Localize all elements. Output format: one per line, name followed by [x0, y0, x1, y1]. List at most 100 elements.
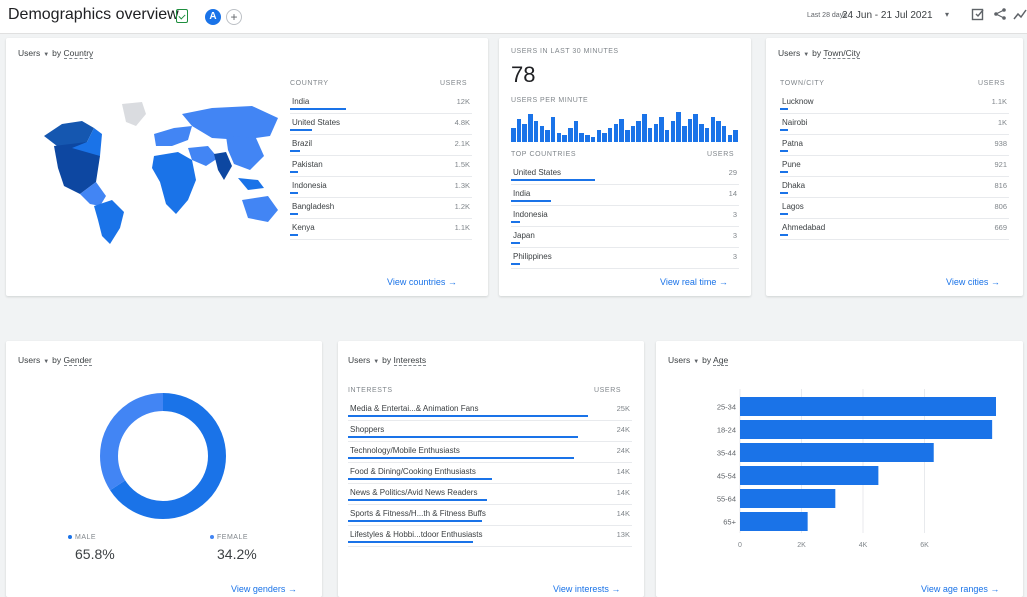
age-bar[interactable]: [740, 443, 934, 462]
minute-bar[interactable]: [721, 126, 727, 142]
minute-bar[interactable]: [545, 130, 550, 142]
table-row[interactable]: Patna 938: [780, 135, 1009, 156]
metric-label[interactable]: Users: [668, 355, 690, 365]
age-bar[interactable]: [740, 512, 808, 531]
minute-bar[interactable]: [619, 119, 624, 142]
age-bar[interactable]: [740, 397, 996, 416]
minute-bar[interactable]: [568, 128, 573, 142]
table-row[interactable]: Indonesia 1.3K: [290, 177, 472, 198]
metric-label[interactable]: Users: [348, 355, 370, 365]
date-range-selector[interactable]: 24 Jun - 21 Jul 2021: [842, 10, 933, 21]
minute-bar[interactable]: [642, 114, 647, 142]
table-row[interactable]: Pakistan 1.5K: [290, 156, 472, 177]
minute-bar[interactable]: [556, 133, 562, 142]
minute-bar[interactable]: [528, 114, 533, 142]
table-row[interactable]: Lifestyles & Hobbi...tdoor Enthusiasts 13…: [348, 526, 632, 547]
minute-bar[interactable]: [636, 121, 641, 142]
map-region[interactable]: [152, 152, 196, 214]
minute-bar[interactable]: [647, 128, 653, 142]
minute-bar[interactable]: [727, 135, 733, 142]
chevron-down-icon[interactable]: ▼: [693, 359, 699, 365]
table-row[interactable]: Japan 3: [511, 227, 739, 248]
map-region[interactable]: [238, 178, 264, 190]
table-row[interactable]: Pune 921: [780, 156, 1009, 177]
table-row[interactable]: Food & Dining/Cooking Enthusiasts 14K: [348, 463, 632, 484]
chevron-down-icon[interactable]: ▼: [373, 359, 379, 365]
chevron-down-icon[interactable]: ▾: [945, 10, 949, 19]
table-row[interactable]: Philippines 3: [511, 248, 739, 269]
minute-bar[interactable]: [590, 137, 596, 142]
map-region[interactable]: [242, 196, 278, 222]
minute-bar[interactable]: [670, 121, 676, 142]
metric-label[interactable]: Users: [18, 48, 40, 58]
table-row[interactable]: Bangladesh 1.2K: [290, 198, 472, 219]
metric-label[interactable]: Users: [778, 48, 800, 58]
dimension-selector[interactable]: Interests: [393, 355, 427, 366]
minute-bar[interactable]: [511, 128, 516, 142]
view-realtime-link[interactable]: View real time →: [660, 277, 728, 287]
minute-bar[interactable]: [630, 126, 636, 142]
table-row[interactable]: Nairobi 1K: [780, 114, 1009, 135]
share-icon[interactable]: [990, 6, 1010, 26]
metric-label[interactable]: Users: [18, 355, 40, 365]
edit-report-icon[interactable]: [968, 6, 988, 26]
minute-bar[interactable]: [533, 121, 539, 142]
minute-bar[interactable]: [562, 135, 567, 142]
view-genders-link[interactable]: View genders →: [231, 584, 297, 594]
table-row[interactable]: Media & Entertai...& Animation Fans 25K: [348, 400, 632, 421]
minute-bar[interactable]: [733, 130, 738, 142]
table-row[interactable]: Shoppers 24K: [348, 421, 632, 442]
table-row[interactable]: United States 4.8K: [290, 114, 472, 135]
minute-bar[interactable]: [585, 135, 590, 142]
comparison-avatar[interactable]: A: [205, 9, 221, 25]
minute-bar[interactable]: [550, 117, 556, 142]
minute-bar[interactable]: [522, 124, 527, 142]
view-interests-link[interactable]: View interests →: [553, 584, 620, 594]
table-row[interactable]: India 12K: [290, 93, 472, 114]
table-row[interactable]: United States 29: [511, 164, 739, 185]
minute-bar[interactable]: [659, 117, 664, 142]
minute-bar[interactable]: [613, 124, 619, 142]
chevron-down-icon[interactable]: ▼: [803, 52, 809, 58]
table-row[interactable]: Sports & Fitness/H...th & Fitness Buffs 1…: [348, 505, 632, 526]
table-row[interactable]: Technology/Mobile Enthusiasts 24K: [348, 442, 632, 463]
chevron-down-icon[interactable]: ▼: [43, 52, 49, 58]
table-row[interactable]: Indonesia 3: [511, 206, 739, 227]
insights-icon[interactable]: [1010, 6, 1027, 26]
map-region[interactable]: [94, 200, 124, 244]
chevron-down-icon[interactable]: ▼: [43, 359, 49, 365]
minute-bar[interactable]: [716, 121, 721, 142]
view-countries-link[interactable]: View countries →: [387, 277, 457, 287]
table-row[interactable]: India 14: [511, 185, 739, 206]
dimension-selector[interactable]: Age: [713, 355, 729, 366]
map-region[interactable]: [226, 136, 264, 170]
minute-bar[interactable]: [516, 119, 522, 142]
minute-bar[interactable]: [653, 124, 658, 142]
table-row[interactable]: Kenya 1.1K: [290, 219, 472, 240]
table-row[interactable]: News & Politics/Avid News Readers 14K: [348, 484, 632, 505]
map-region[interactable]: [154, 126, 192, 146]
minute-bar[interactable]: [607, 128, 613, 142]
minute-bar[interactable]: [687, 119, 693, 142]
table-row[interactable]: Brazil 2.1K: [290, 135, 472, 156]
minute-bar[interactable]: [699, 124, 704, 142]
table-row[interactable]: Lucknow 1.1K: [780, 93, 1009, 114]
minute-bar[interactable]: [573, 121, 579, 142]
view-age-ranges-link[interactable]: View age ranges →: [921, 584, 999, 594]
minute-bar[interactable]: [596, 130, 601, 142]
map-region[interactable]: [182, 106, 278, 140]
view-cities-link[interactable]: View cities →: [946, 277, 1000, 287]
add-comparison-button[interactable]: +: [226, 9, 242, 25]
minute-bar[interactable]: [539, 126, 544, 142]
minute-bar[interactable]: [704, 128, 710, 142]
minute-bar[interactable]: [693, 114, 698, 142]
age-bar[interactable]: [740, 466, 879, 485]
minute-bar[interactable]: [676, 112, 681, 142]
verified-report-icon[interactable]: [176, 9, 188, 23]
dimension-selector[interactable]: Gender: [63, 355, 92, 366]
map-region[interactable]: [214, 152, 232, 180]
dimension-selector[interactable]: Town/City: [823, 48, 861, 59]
table-row[interactable]: Ahmedabad 669: [780, 219, 1009, 240]
minute-bar[interactable]: [625, 130, 630, 142]
map-region-no-data[interactable]: [122, 102, 146, 126]
